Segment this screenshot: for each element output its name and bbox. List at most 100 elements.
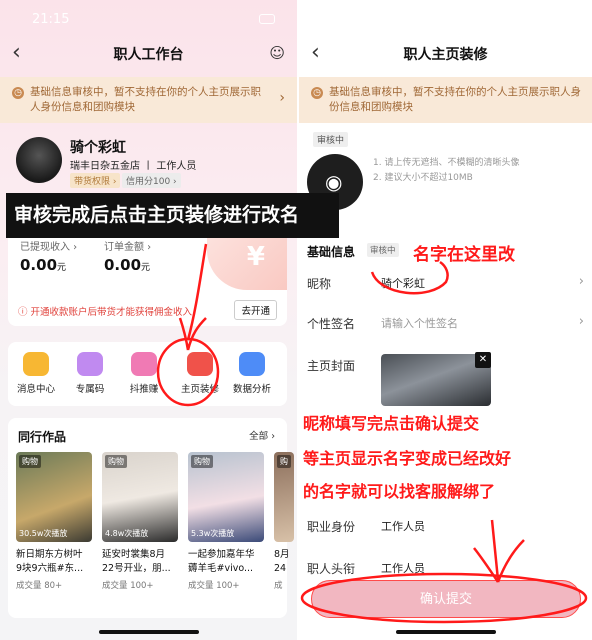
section-title: 基础信息 [307, 245, 356, 259]
sell-permission-tag[interactable]: 带货权限 › [70, 173, 121, 188]
message-icon [23, 352, 49, 376]
work-thumbnail: 购 [274, 452, 294, 542]
works-title: 同行作品 [18, 430, 67, 444]
section-review-badge: 审核中 [367, 243, 399, 257]
profile-decor-screen: ‹ 职人主页装修 ◷ 基础信息审核中，暂不支持在你的个人主页展示职人身份信息和团… [297, 0, 592, 640]
title-value: 工作人员 [381, 562, 425, 575]
help-icon[interactable]: ☺ [269, 44, 285, 62]
work-views: 30.5w次播放 [19, 529, 68, 538]
instruction-banner: 审核完成后点击主页装修进行改名 [6, 193, 339, 238]
work-title: 一起参加嘉年华 [188, 549, 255, 560]
nav-bar: ‹ ☺ [0, 38, 297, 68]
cover-label: 主页封面 [307, 359, 356, 373]
tool-label: 抖推赚 [129, 384, 159, 395]
work-title-line2: 22号开业，朋... [102, 563, 171, 574]
withdrawn-value: 0.00元 [20, 256, 67, 274]
nav-bar: ‹ [299, 38, 592, 68]
tool-qrcode[interactable]: 专属码 [62, 352, 118, 395]
work-card[interactable]: 购 8月 24 成 [274, 452, 294, 591]
review-notice[interactable]: ◷ 基础信息审核中，暂不支持在你的个人主页展示职人身份信息和团购模块 › [0, 77, 297, 123]
open-account-button[interactable]: 去开通 [234, 300, 277, 320]
work-title: 延安时裳集8月 [102, 549, 166, 560]
account-alert: ⓘ 开通收款账户后带货才能获得佣金收入 [18, 307, 193, 318]
status-bar [299, 0, 592, 38]
work-tag: 购物 [105, 455, 127, 468]
person-icon [131, 352, 157, 376]
works-all-link[interactable]: 全部 › [249, 428, 275, 442]
signature-row[interactable]: 个性签名 请输入个性签名 › [299, 303, 592, 343]
notice-text: 基础信息审核中，暂不支持在你的个人主页展示职人身份信息和团购模块 [329, 86, 581, 113]
tools-grid: 消息中心 专属码 抖推赚 主页装修 数据分析 [8, 342, 287, 406]
tool-label: 专属码 [75, 384, 105, 395]
work-card[interactable]: 购物 30.5w次播放 新日期东方树叶 9块9六瓶#东... 成交量 80+ [16, 452, 92, 591]
peer-works-section: 同行作品 全部 › 购物 30.5w次播放 新日期东方树叶 9块9六瓶#东...… [8, 418, 294, 618]
home-indicator [98, 630, 199, 634]
work-sales: 成交量 80+ [16, 581, 63, 591]
job-label: 职业身份 [307, 520, 356, 534]
home-indicator [395, 630, 496, 634]
hint-line: 1. 请上传无遮挡、不模糊的清晰头像 [373, 158, 520, 168]
nickname-row[interactable]: 昵称 骑个彩虹 › [299, 263, 592, 303]
work-sales: 成交量 100+ [188, 581, 240, 591]
back-icon[interactable]: ‹ [12, 42, 21, 64]
work-thumbnail: 购物 4.8w次播放 [102, 452, 178, 542]
work-card[interactable]: 购物 5.3w次播放 一起参加嘉年华 薅羊毛#vivo... 成交量 100+ [188, 452, 264, 591]
work-tag: 购物 [191, 455, 213, 468]
back-icon[interactable]: ‹ [311, 42, 320, 64]
job-row: 职业身份 工作人员 [299, 506, 592, 546]
title-label: 职人头衔 [307, 562, 356, 576]
chevron-right-icon: › [578, 314, 584, 329]
withdrawn-label[interactable]: 已提现收入 › [20, 238, 77, 253]
tool-label: 主页装修 [180, 384, 219, 395]
confirm-submit-button[interactable]: 确认提交 [311, 580, 581, 618]
work-sales: 成交量 100+ [102, 581, 154, 591]
chart-icon [239, 352, 265, 376]
nickname-field[interactable]: 骑个彩虹 [381, 275, 425, 291]
profile-card: 骑个彩虹 瑞丰日杂五金店 丨 工作人员 带货权限 › 信用分100 › [0, 123, 297, 193]
work-thumbnail: 购物 30.5w次播放 [16, 452, 92, 542]
orders-value: 0.00元 [104, 256, 151, 274]
work-title: 新日期东方树叶 [16, 549, 83, 560]
qrcode-icon [77, 352, 103, 376]
home-decor-icon [187, 352, 213, 376]
work-thumbnail: 购物 5.3w次播放 [188, 452, 264, 542]
nickname-label: 昵称 [307, 277, 332, 291]
status-icons [259, 14, 275, 24]
annotation-line-2: 等主页显示名字变成已经改好 [303, 449, 512, 468]
signature-field[interactable]: 请输入个性签名 [381, 315, 458, 331]
work-tag: 购 [277, 455, 291, 468]
tool-message-center[interactable]: 消息中心 [8, 352, 64, 395]
work-sales: 成 [274, 581, 283, 591]
profile-shop: 瑞丰日杂五金店 丨 工作人员 [70, 161, 197, 172]
tool-promote[interactable]: 抖推赚 [116, 352, 172, 395]
orders-label[interactable]: 订单金额 › [104, 238, 151, 253]
annotation-name-here: 名字在这里改 [413, 245, 515, 265]
workbench-screen: 21:15 ‹ ☺ 职人工作台 ◷ 基础信息审核中，暂不支持在你的个人主页展示职… [0, 0, 297, 640]
alert-icon: ⓘ [18, 307, 31, 318]
work-title-line2: 薅羊毛#vivo... [188, 563, 254, 574]
clock-icon: ◷ [311, 87, 323, 99]
tool-label: 消息中心 [16, 384, 55, 395]
signature-label: 个性签名 [307, 317, 356, 331]
tool-data-analysis[interactable]: 数据分析 [224, 352, 280, 395]
chevron-right-icon: › [279, 90, 285, 106]
income-card: 已提现收入 › 0.00元 订单金额 › 0.00元 ¥ ⓘ 开通收款账户后带货… [8, 228, 287, 326]
credit-score-tag[interactable]: 信用分100 › [122, 173, 181, 188]
work-views: 4.8w次播放 [105, 529, 149, 538]
coin-icon: ¥ [246, 242, 265, 272]
work-card[interactable]: 购物 4.8w次播放 延安时裳集8月 22号开业，朋... 成交量 100+ [102, 452, 178, 591]
notice-text: 基础信息审核中，暂不支持在你的个人主页展示职人身份信息和团购模块 [30, 86, 261, 113]
avatar[interactable] [16, 137, 62, 183]
camera-icon: ◉ [325, 170, 343, 194]
chevron-right-icon: › [578, 274, 584, 289]
clock-icon: ◷ [12, 87, 24, 99]
tool-home-decor[interactable]: 主页装修 [172, 352, 228, 395]
work-title-line2: 9块9六瓶#东... [16, 563, 84, 574]
profile-name: 骑个彩虹 [70, 140, 126, 156]
status-bar: 21:15 [0, 0, 297, 38]
work-tag: 购物 [19, 455, 41, 468]
close-icon[interactable]: ✕ [475, 352, 491, 368]
review-notice: ◷ 基础信息审核中，暂不支持在你的个人主页展示职人身份信息和团购模块 [299, 77, 592, 123]
tool-label: 数据分析 [232, 384, 271, 395]
job-value: 工作人员 [381, 520, 425, 533]
